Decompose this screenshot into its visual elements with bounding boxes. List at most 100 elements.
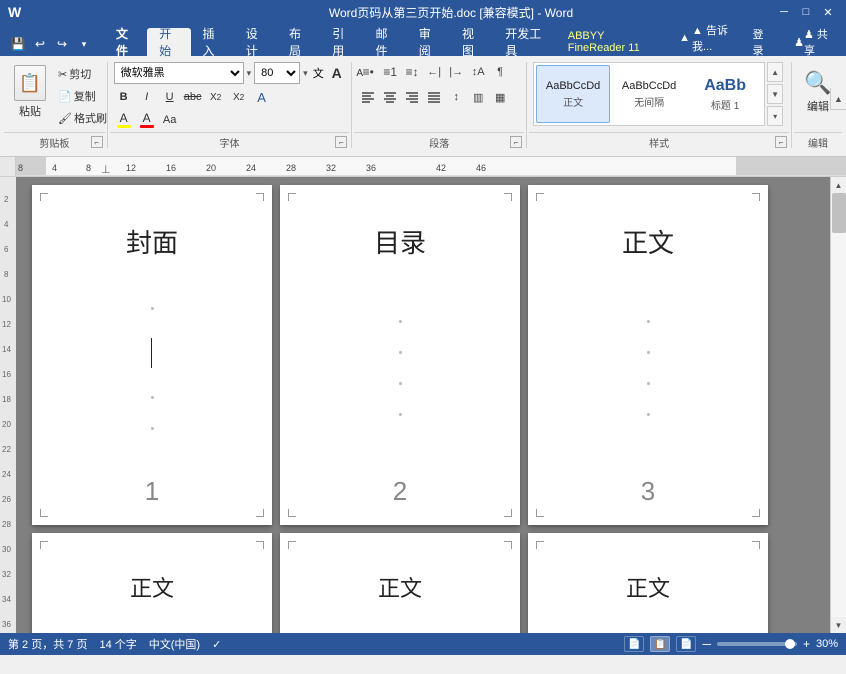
scroll-up-button[interactable]: ▲ — [831, 177, 846, 193]
share-button[interactable]: ♟ ♟ 共享 — [782, 28, 842, 56]
page-2[interactable]: 目录 2 — [280, 185, 520, 525]
text-effect-button[interactable]: A — [252, 87, 272, 107]
bullets-button[interactable]: ≡• — [358, 62, 378, 82]
clipboard-expand[interactable]: ⌐ — [91, 136, 103, 148]
tab-file[interactable]: 文件 — [104, 28, 147, 56]
svg-text:32: 32 — [2, 570, 11, 579]
cut-button[interactable]: ✂ 剪切 — [54, 64, 111, 84]
zoom-slider[interactable] — [717, 642, 797, 646]
page-6[interactable]: 正文 — [528, 533, 768, 633]
share-icon: ♟ — [794, 36, 804, 49]
search-edit-icon: 🔍 — [804, 70, 831, 96]
shading-button[interactable]: ▥ — [468, 87, 488, 107]
align-right-button[interactable] — [402, 87, 422, 107]
bold-button[interactable]: B — [114, 87, 134, 107]
style-card-heading1[interactable]: AaBb 标题 1 — [688, 65, 762, 123]
tab-developer[interactable]: 开发工具 — [493, 28, 555, 56]
increase-indent-button[interactable]: |→ — [446, 62, 466, 82]
superscript-button[interactable]: X2 — [229, 87, 249, 107]
scroll-down-button[interactable]: ▼ — [831, 617, 846, 633]
font-color-button[interactable]: A — [137, 110, 157, 130]
strikethrough-button[interactable]: abc — [183, 87, 203, 107]
svg-text:42: 42 — [436, 163, 446, 173]
zoom-out-button[interactable]: ─ — [702, 637, 711, 651]
style-card-normal[interactable]: AaBbCcDd 正文 — [536, 65, 610, 123]
styles-expand-button[interactable]: ▾ — [767, 106, 783, 126]
justify-button[interactable] — [424, 87, 444, 107]
notify-button[interactable]: ▲ ▲ 告诉我... — [673, 20, 740, 56]
italic-button[interactable]: I — [137, 87, 157, 107]
styles-scroll-down[interactable]: ▼ — [767, 84, 783, 104]
underline-button[interactable]: U — [160, 87, 180, 107]
ribbon-collapse-button[interactable]: ▲ — [830, 88, 846, 110]
font-name-select[interactable]: 微软雅黑 — [114, 62, 244, 84]
minimize-button[interactable]: ─ — [774, 2, 794, 22]
tab-view[interactable]: 视图 — [450, 28, 493, 56]
decrease-indent-button[interactable]: ←| — [424, 62, 444, 82]
tab-layout[interactable]: 布局 — [277, 28, 320, 56]
paste-button[interactable]: 📋 粘贴 — [8, 62, 52, 122]
copy-button[interactable]: 📄 复制 — [54, 86, 111, 106]
paragraph-expand[interactable]: ⌐ — [510, 136, 522, 148]
tab-home[interactable]: 开始 — [147, 28, 190, 56]
scroll-track[interactable] — [831, 193, 846, 617]
tab-references[interactable]: 引用 — [320, 28, 363, 56]
tab-abbyy[interactable]: ABBYY FineReader 11 — [556, 28, 669, 56]
view-web-button[interactable]: 📋 — [650, 636, 670, 652]
page-3[interactable]: 正文 3 — [528, 185, 768, 525]
font-name-dropdown[interactable]: ▾ — [247, 68, 252, 79]
font-size-increase-button[interactable]: A — [327, 63, 347, 83]
styles-expand[interactable]: ⌐ — [775, 136, 787, 148]
document-canvas[interactable]: 封面 1 目录 — [16, 177, 830, 633]
page-4[interactable]: 正文 — [32, 533, 272, 633]
maximize-button[interactable]: □ — [796, 2, 816, 22]
login-button[interactable]: 登录 — [740, 28, 782, 56]
change-case-button[interactable]: Aa — [160, 110, 180, 130]
corner-tl — [40, 193, 48, 201]
styles-scroll-up[interactable]: ▲ — [767, 62, 783, 82]
save-button[interactable]: 💾 — [8, 34, 28, 54]
style-card-nospacing[interactable]: AaBbCcDd 无间隔 — [612, 65, 686, 123]
undo-button[interactable]: ↩ — [30, 34, 50, 54]
expand-font-button[interactable]: 文 — [313, 65, 324, 81]
numbering-button[interactable]: ≡1 — [380, 62, 400, 82]
page-5[interactable]: 正文 — [280, 533, 520, 633]
document-area: 2 4 6 8 10 12 14 16 18 20 22 24 26 28 30… — [0, 177, 846, 633]
vertical-scrollbar[interactable]: ▲ ▼ — [830, 177, 846, 633]
tab-mailings[interactable]: 邮件 — [364, 28, 407, 56]
show-marks-button[interactable]: ¶ — [490, 62, 510, 82]
subscript-button[interactable]: X2 — [206, 87, 226, 107]
sort-button[interactable]: ↕A — [468, 62, 488, 82]
page-1[interactable]: 封面 1 — [32, 185, 272, 525]
quick-access-toolbar: 💾 ↩ ↪ ▾ — [4, 32, 98, 56]
multilevel-list-button[interactable]: ≡↕ — [402, 62, 422, 82]
scroll-thumb[interactable] — [832, 193, 846, 233]
line-spacing-button[interactable]: ↕ — [446, 87, 466, 107]
font-size-select[interactable]: 80 — [254, 62, 300, 84]
corner-br — [752, 509, 760, 517]
view-print-button[interactable]: 📄 — [624, 636, 644, 652]
close-button[interactable]: ✕ — [818, 2, 838, 22]
borders-button[interactable]: ▦ — [490, 87, 510, 107]
tab-review[interactable]: 审阅 — [407, 28, 450, 56]
svg-text:8: 8 — [86, 163, 91, 173]
tab-design[interactable]: 设计 — [234, 28, 277, 56]
align-center-button[interactable] — [380, 87, 400, 107]
tab-insert[interactable]: 插入 — [191, 28, 234, 56]
format-painter-button[interactable]: 🖌 格式刷 — [54, 108, 111, 128]
align-left-button[interactable] — [358, 87, 378, 107]
zoom-in-button[interactable]: + — [803, 637, 810, 651]
ruler-svg: 8 4 8 12 16 20 24 28 32 36 42 46 ⊥ — [16, 157, 846, 176]
justify-icon — [427, 91, 441, 103]
highlight-color-button[interactable]: A — [114, 110, 134, 130]
font-expand[interactable]: ⌐ — [335, 136, 347, 148]
quick-access-dropdown[interactable]: ▾ — [74, 34, 94, 54]
style-nospacing-preview: AaBbCcDd — [622, 80, 676, 92]
paragraph-label: 段落 — [354, 132, 524, 152]
font-label: 字体 — [110, 132, 350, 152]
font-size-dropdown[interactable]: ▾ — [303, 68, 308, 79]
redo-button[interactable]: ↪ — [52, 34, 72, 54]
svg-text:36: 36 — [366, 163, 376, 173]
view-outline-button[interactable]: 📄 — [676, 636, 696, 652]
corner-tr — [504, 193, 512, 201]
